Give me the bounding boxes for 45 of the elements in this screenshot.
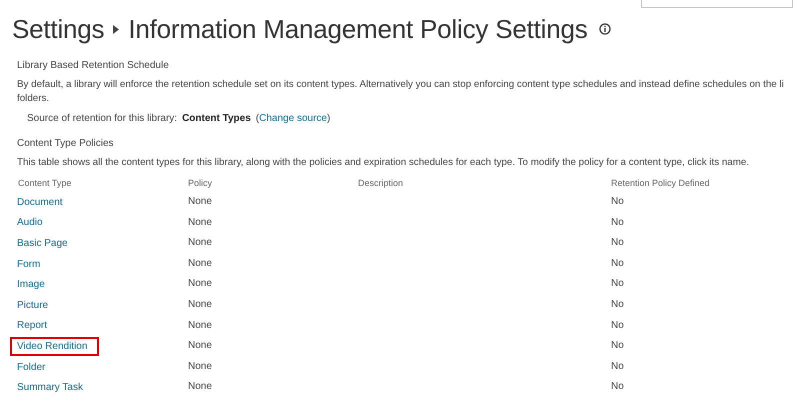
content-type-link[interactable]: Form — [12, 256, 50, 272]
table-cell-text: None — [187, 277, 213, 292]
content-type-link[interactable]: Document — [12, 194, 73, 210]
content-type-link[interactable]: Video Rendition — [12, 338, 98, 354]
table-cell-text: No — [610, 195, 625, 209]
table-cell-text: None — [187, 256, 213, 271]
content-type-link[interactable]: Report — [12, 318, 58, 334]
page-title: Information Management Policy Settings — [128, 14, 588, 44]
table-cell-text: None — [187, 216, 213, 230]
section-description: This table shows all the content types for this library, along with the policies and expiration schedules for each type. To modify the policy for a content type, click its name. — [17, 156, 750, 170]
table-cell-text: None — [187, 195, 213, 209]
content-type-link[interactable]: Audio — [12, 215, 53, 230]
table-cell-text: None — [187, 380, 213, 394]
table-cell-text: None — [187, 298, 213, 312]
table-cell-text: None — [187, 318, 213, 333]
table-cell-text: No — [610, 256, 625, 271]
section-description: By default, a library will enforce the retention schedule set on its content types. Alternatively you can stop enforcing content type schedules and instead define schedules on the li folders. — [17, 78, 785, 106]
content-type-link[interactable]: Basic Page — [12, 236, 78, 251]
column-header: Policy — [187, 177, 214, 190]
content-type-link[interactable]: Picture — [12, 298, 58, 313]
section-heading: Library Based Retention Schedule — [17, 60, 170, 71]
table-cell-text: None — [187, 236, 213, 250]
change-source-link[interactable]: (Change source) — [256, 113, 330, 124]
content-type-link[interactable]: Image — [12, 277, 55, 292]
table-cell-text: No — [610, 277, 625, 292]
table-cell-text: No — [610, 236, 625, 250]
info-icon[interactable] — [598, 23, 611, 35]
table-cell-text: No — [610, 360, 625, 374]
table-cell-text: No — [610, 216, 625, 230]
table-cell-text: No — [610, 380, 625, 394]
breadcrumb-caret-icon — [113, 24, 120, 34]
table-cell-text: No — [610, 339, 625, 354]
table-cell-text: None — [187, 339, 213, 354]
page-title: Settings — [12, 14, 104, 44]
section-heading: Content Type Policies — [17, 138, 115, 149]
source-label: Source of retention for this library: — [27, 113, 178, 124]
table-cell-text: No — [610, 298, 625, 312]
table-cell-text: None — [187, 360, 213, 374]
content-type-link[interactable]: Summary Task — [12, 380, 93, 396]
column-header: Description — [357, 177, 404, 190]
column-header: Retention Policy Defined — [610, 177, 711, 190]
table-cell-text: No — [610, 318, 625, 333]
content-type-link[interactable]: Folder — [12, 360, 56, 375]
column-header: Content Type — [17, 177, 72, 190]
source-value: Content Types — [182, 113, 251, 124]
